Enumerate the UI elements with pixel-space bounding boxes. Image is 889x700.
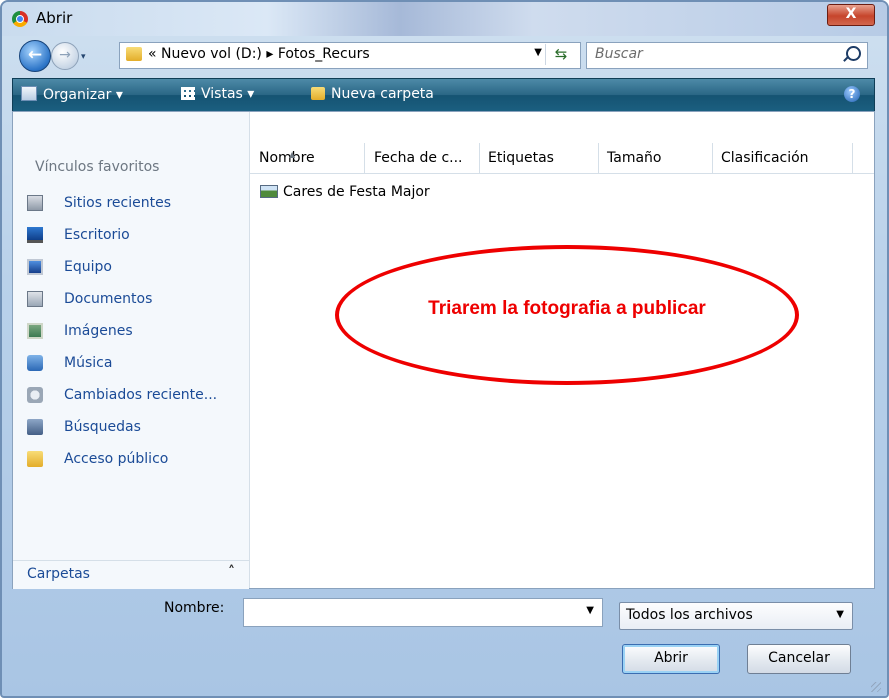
sidebar-item-label: Búsquedas	[64, 419, 141, 435]
music-icon	[27, 355, 43, 371]
file-type-value: Todos los archivos	[626, 607, 753, 623]
sidebar-item-music[interactable]: Música	[23, 352, 243, 376]
address-dropdown[interactable]: ▼	[534, 47, 542, 58]
sidebar-item-pictures[interactable]: Imágenes	[23, 320, 243, 344]
sidebar-item-recently-changed[interactable]: Cambiados reciente...	[23, 384, 243, 408]
organize-label: Organizar ▾	[43, 87, 123, 103]
public-icon	[27, 451, 43, 467]
documents-icon	[27, 291, 43, 307]
refresh-icon[interactable]: ⇆	[545, 44, 576, 65]
column-header-name[interactable]: ▲ Nombre	[259, 150, 315, 166]
sidebar-item-label: Sitios recientes	[64, 195, 171, 211]
views-label: Vistas ▾	[201, 86, 255, 102]
back-button[interactable]: ←	[19, 40, 51, 72]
sidebar-item-public[interactable]: Acceso público	[23, 448, 243, 472]
sidebar-item-computer[interactable]: Equipo	[23, 256, 243, 280]
column-divider[interactable]	[598, 143, 599, 173]
column-divider[interactable]	[852, 143, 853, 173]
navigation-pane: Vínculos favoritos Sitios recientes Escr…	[13, 112, 250, 589]
views-grid-icon	[181, 87, 195, 100]
new-folder-icon	[311, 87, 325, 100]
file-name-input[interactable]: ▼	[243, 598, 603, 627]
file-type-select[interactable]: Todos los archivos ▼	[619, 602, 853, 630]
sidebar-item-searches[interactable]: Búsquedas	[23, 416, 243, 440]
file-name: Cares de Festa Major	[283, 184, 430, 200]
sidebar-item-label: Equipo	[64, 259, 112, 275]
sidebar-item-label: Acceso público	[64, 451, 169, 467]
search-input[interactable]: Buscar	[586, 42, 868, 69]
organize-icon	[21, 86, 37, 101]
command-toolbar: Organizar ▾ Vistas ▾ Nueva carpeta ?	[12, 78, 875, 112]
open-file-dialog: Abrir X ← → ▾ « Nuevo vol (D:) ▸ Fotos_R…	[0, 0, 889, 698]
sidebar-item-label: Cambiados reciente...	[64, 387, 218, 403]
desktop-icon	[27, 227, 43, 243]
chevron-down-icon[interactable]: ▼	[586, 605, 594, 616]
recently-changed-icon	[27, 387, 43, 403]
forward-button[interactable]: →	[51, 42, 79, 70]
column-headers: ▲ Nombre Fecha de c... Etiquetas Tamaño C…	[250, 143, 874, 174]
window-title: Abrir	[36, 9, 73, 27]
column-label: Nombre	[259, 150, 315, 166]
column-header-rating[interactable]: Clasificación	[721, 150, 809, 166]
searches-icon	[27, 419, 43, 435]
sidebar-item-documents[interactable]: Documentos	[23, 288, 243, 312]
sidebar-item-desktop[interactable]: Escritorio	[23, 224, 243, 248]
list-item[interactable]: Cares de Festa Major	[260, 184, 430, 204]
sidebar-item-label: Música	[64, 355, 113, 371]
recent-pages-dropdown[interactable]: ▾	[81, 52, 86, 62]
open-button[interactable]: Abrir	[622, 644, 720, 674]
sort-ascending-icon: ▲	[289, 150, 296, 159]
close-button[interactable]: X	[827, 4, 875, 26]
folders-toggle[interactable]: Carpetas ˄	[13, 560, 249, 589]
address-bar[interactable]: « Nuevo vol (D:) ▸ Fotos_Recurs ▼ ⇆	[119, 42, 581, 69]
organize-button[interactable]: Organizar ▾	[21, 86, 123, 103]
chevron-up-icon: ˄	[228, 564, 235, 580]
pictures-icon	[27, 323, 43, 339]
column-divider[interactable]	[364, 143, 365, 173]
column-header-date[interactable]: Fecha de c...	[374, 150, 463, 166]
address-path: « Nuevo vol (D:) ▸ Fotos_Recurs	[148, 46, 370, 62]
views-button[interactable]: Vistas ▾	[181, 86, 254, 102]
file-name-label: Nombre:	[164, 600, 225, 616]
sidebar-item-label: Escritorio	[64, 227, 130, 243]
sidebar-item-recent-places[interactable]: Sitios recientes	[23, 192, 243, 216]
computer-icon	[27, 259, 43, 275]
recent-places-icon	[27, 195, 43, 211]
column-divider[interactable]	[479, 143, 480, 173]
help-icon[interactable]: ?	[844, 86, 860, 102]
chevron-down-icon: ▼	[836, 609, 844, 620]
cancel-button[interactable]: Cancelar	[747, 644, 851, 674]
search-placeholder: Buscar	[595, 46, 643, 62]
sidebar-item-label: Documentos	[64, 291, 153, 307]
title-bar[interactable]: Abrir X	[2, 2, 887, 36]
column-header-tags[interactable]: Etiquetas	[488, 150, 554, 166]
resize-grip-icon[interactable]	[871, 682, 881, 692]
favorite-links-title: Vínculos favoritos	[35, 159, 160, 175]
new-folder-label: Nueva carpeta	[331, 86, 434, 102]
red-ellipse-annotation: Triarem la fotografia a publicar	[335, 245, 799, 385]
folder-icon	[126, 47, 142, 61]
folders-label: Carpetas	[27, 566, 90, 582]
search-icon[interactable]	[846, 46, 861, 61]
new-folder-button[interactable]: Nueva carpeta	[311, 86, 434, 102]
annotation-text: Triarem la fotografia a publicar	[428, 298, 706, 319]
column-header-size[interactable]: Tamaño	[607, 150, 661, 166]
chrome-icon	[12, 11, 28, 27]
sidebar-item-label: Imágenes	[64, 323, 133, 339]
image-folder-icon	[260, 185, 278, 198]
navigation-bar: ← → ▾ « Nuevo vol (D:) ▸ Fotos_Recurs ▼ …	[2, 36, 887, 76]
column-divider[interactable]	[712, 143, 713, 173]
